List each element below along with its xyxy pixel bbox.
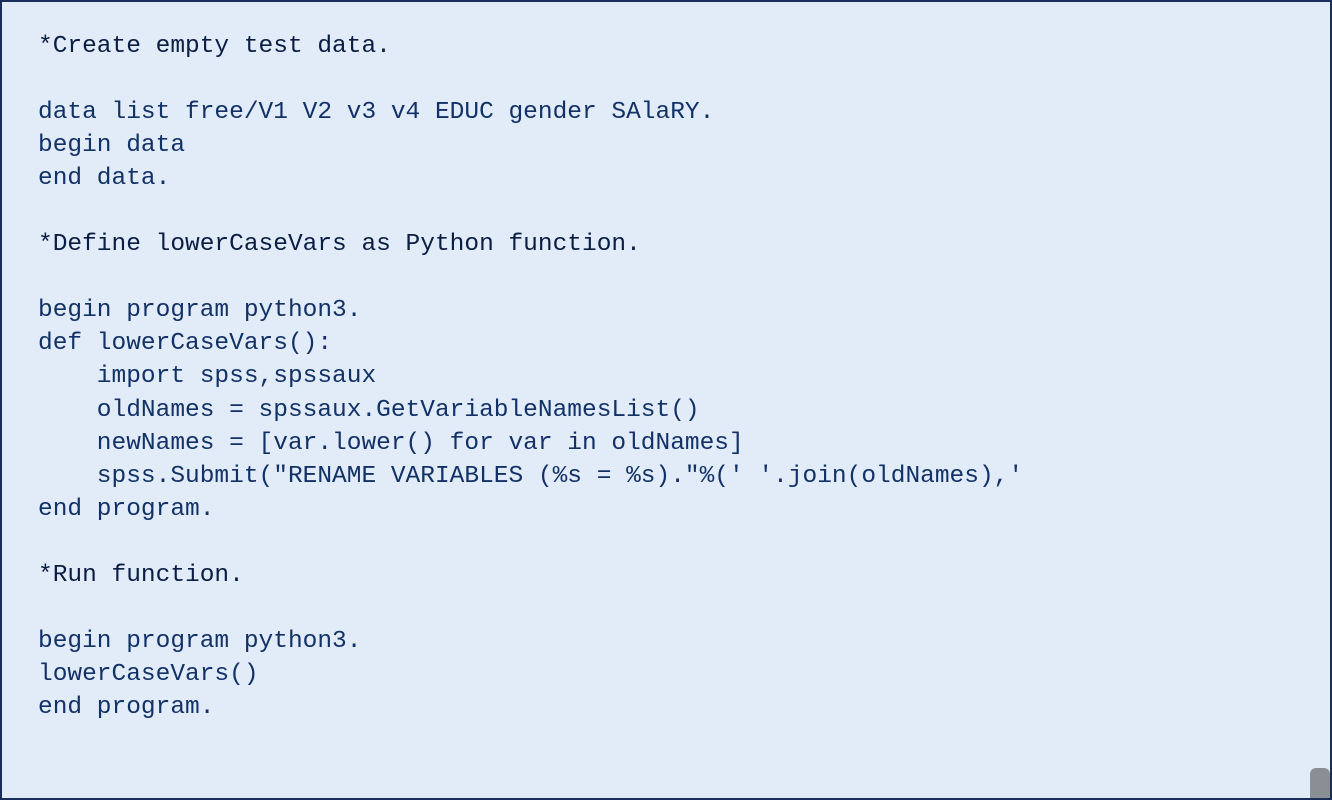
scrollbar-thumb[interactable]: [1310, 768, 1330, 798]
code-text: def lowerCaseVars():: [38, 327, 1294, 360]
code-block: *Create empty test data. data list free/…: [0, 0, 1332, 800]
code-text: newNames = [var.lower() for var in oldNa…: [38, 427, 1294, 460]
code-text: spss.Submit("RENAME VARIABLES (%s = %s).…: [38, 460, 1294, 493]
code-comment: *Define lowerCaseVars as Python function…: [38, 228, 1294, 261]
code-text: begin program python3.: [38, 625, 1294, 658]
code-text: lowerCaseVars(): [38, 658, 1294, 691]
code-text: begin program python3.: [38, 294, 1294, 327]
blank-line: [38, 63, 1294, 96]
code-text: end program.: [38, 691, 1294, 724]
code-text: end program.: [38, 493, 1294, 526]
blank-line: [38, 526, 1294, 559]
code-text: end data.: [38, 162, 1294, 195]
code-text: oldNames = spssaux.GetVariableNamesList(…: [38, 394, 1294, 427]
code-comment: *Create empty test data.: [38, 30, 1294, 63]
code-text: data list free/V1 V2 v3 v4 EDUC gender S…: [38, 96, 1294, 129]
code-text: begin data: [38, 129, 1294, 162]
blank-line: [38, 261, 1294, 294]
blank-line: [38, 195, 1294, 228]
blank-line: [38, 592, 1294, 625]
code-text: import spss,spssaux: [38, 360, 1294, 393]
code-comment: *Run function.: [38, 559, 1294, 592]
